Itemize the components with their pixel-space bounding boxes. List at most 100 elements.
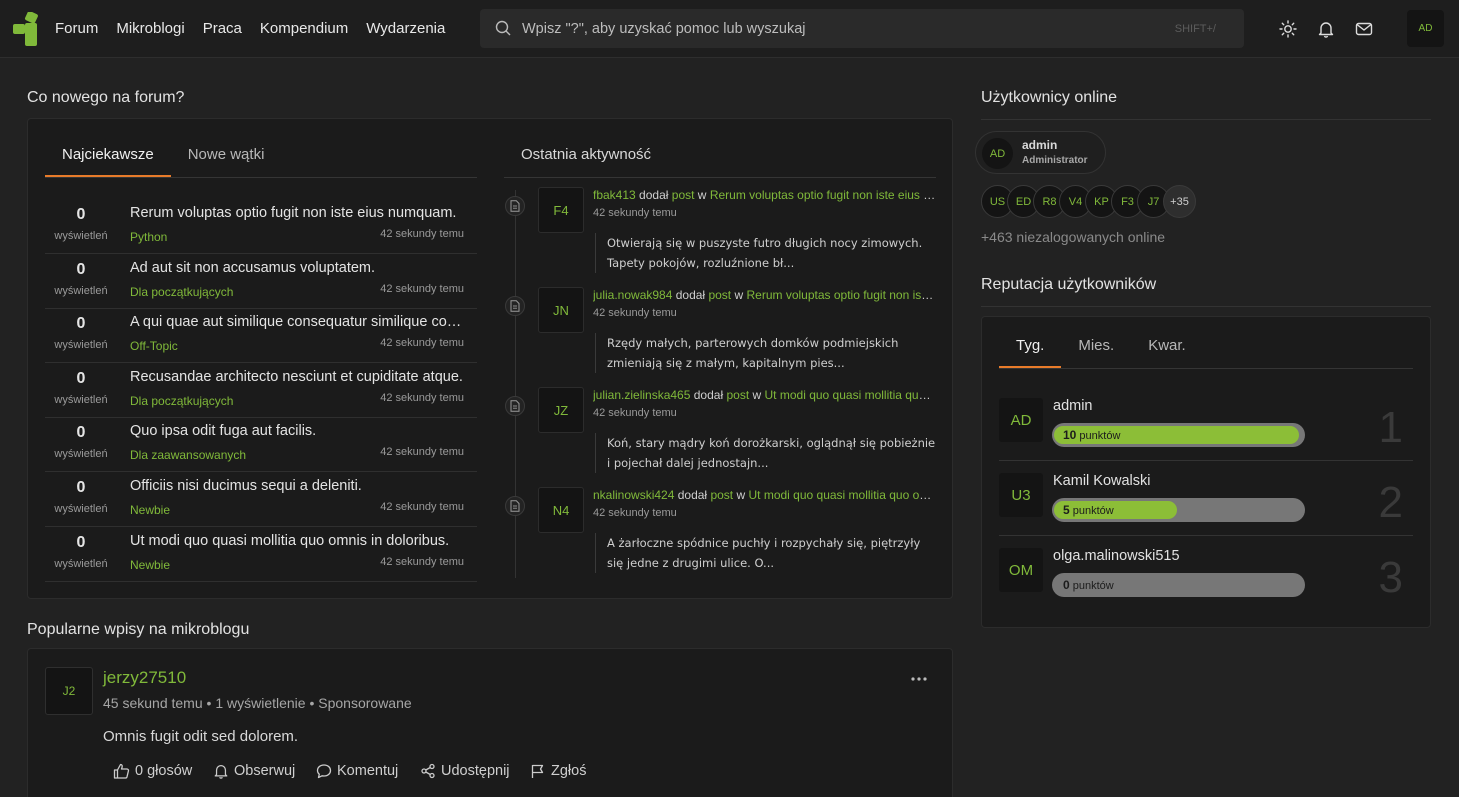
search-shortcut-hint: SHIFT+/	[1174, 23, 1216, 35]
divider	[999, 535, 1413, 536]
activity-verb: dodał	[639, 188, 669, 202]
avatar[interactable]: AD	[999, 398, 1043, 442]
points-unit: punktów	[1072, 505, 1114, 517]
reputation-user-name[interactable]: Kamil Kowalski	[1053, 473, 1151, 489]
reputation-user-name[interactable]: olga.malinowski515	[1053, 548, 1180, 564]
tab-monthly[interactable]: Mies.	[1061, 328, 1131, 368]
follow-button[interactable]: Obserwuj	[213, 763, 295, 779]
reputation-heading: Reputacja użytkowników	[981, 276, 1157, 293]
comment-button[interactable]: Komentuj	[316, 763, 398, 779]
activity-marker	[505, 496, 525, 516]
vote-button[interactable]: 0 głosów	[113, 763, 192, 779]
activity-topic-link[interactable]: Ut modi quo quasi mollitia quo omnis in …	[749, 488, 937, 502]
report-button[interactable]: Zgłoś	[530, 763, 586, 779]
reputation-tabs: Tyg. Mies. Kwar.	[999, 328, 1413, 369]
activity-topic-link[interactable]: Ut modi quo quasi mollitia quo omnis in …	[765, 388, 936, 402]
topic-title[interactable]: Recusandae architecto nesciunt et cupidi…	[130, 369, 465, 385]
activity-time: 42 sekundy temu	[593, 207, 677, 219]
divider	[981, 119, 1431, 120]
topic-title[interactable]: Officiis nisi ducimus sequi a deleniti.	[130, 478, 465, 494]
activity-topic-link[interactable]: Rerum voluptas optio fugit non iste eius…	[747, 288, 937, 302]
tab-quarterly[interactable]: Kwar.	[1131, 328, 1203, 368]
avatar[interactable]: JZ	[538, 387, 584, 433]
reputation-row: OM olga.malinowski515 0 punktów 3	[999, 548, 1413, 623]
topic-view-label: wyświetleń	[54, 503, 108, 515]
topic-row[interactable]: 0 wyświetleń Ut modi quo quasi mollitia qu…	[45, 527, 477, 582]
activity-user[interactable]: julia.nowak984	[593, 288, 672, 302]
activity-user[interactable]: nkalinowski424	[593, 488, 674, 502]
topic-category[interactable]: Newbie	[130, 503, 170, 517]
topic-category[interactable]: Dla początkujących	[130, 285, 233, 299]
activity-excerpt: Otwierają się w puszyste futro długich n…	[595, 233, 936, 273]
topic-view-count: 0	[76, 424, 86, 442]
topic-category[interactable]: Off-Topic	[130, 339, 178, 353]
nav-link-forum[interactable]: Forum	[55, 20, 98, 37]
topic-title[interactable]: Ut modi quo quasi mollitia quo omnis in …	[130, 533, 465, 549]
topic-view-count: 0	[76, 315, 86, 333]
theme-toggle-icon[interactable]	[1279, 20, 1297, 38]
topic-row[interactable]: 0 wyświetleń A qui quae aut similique cons…	[45, 308, 477, 364]
activity-user[interactable]: fbak413	[593, 188, 636, 202]
activity-item: N4 nkalinowski424 dodał post w Ut modi qu…	[504, 487, 936, 587]
online-admin-chip[interactable]: AD admin Administrator	[975, 131, 1106, 174]
activity-type-link[interactable]: post	[710, 488, 733, 502]
reputation-progress-bar: 5 punktów	[1052, 498, 1305, 522]
topic-title[interactable]: A qui quae aut similique consequatur sim…	[130, 314, 465, 330]
topic-title[interactable]: Quo ipsa odit fuga aut facilis.	[130, 423, 465, 439]
activity-type-link[interactable]: post	[708, 288, 731, 302]
topic-view-count: 0	[76, 479, 86, 496]
follow-label: Obserwuj	[234, 763, 296, 779]
topic-category[interactable]: Dla początkujących	[130, 394, 233, 408]
activity-preposition: w	[697, 188, 707, 202]
avatar[interactable]: F4	[538, 187, 584, 233]
document-icon	[510, 300, 520, 312]
topic-title[interactable]: Rerum voluptas optio fugit non iste eius…	[130, 205, 465, 221]
more-options-icon[interactable]	[911, 676, 927, 682]
avatar[interactable]: N4	[538, 487, 584, 533]
topic-row[interactable]: 0 wyświetleń Officiis nisi ducimus sequi a…	[45, 472, 477, 527]
user-avatar[interactable]: AD	[1407, 10, 1444, 47]
activity-type-link[interactable]: post	[726, 388, 749, 402]
nav-link-events[interactable]: Wydarzenia	[366, 20, 445, 37]
search-input[interactable]	[522, 9, 1162, 48]
reputation-user-name[interactable]: admin	[1053, 398, 1093, 414]
bell-icon[interactable]	[1317, 20, 1335, 38]
tab-recent-activity[interactable]: Ostatnia aktywność	[504, 137, 668, 177]
tab-most-interesting[interactable]: Najciekawsze	[45, 137, 171, 177]
activity-type-link[interactable]: post	[672, 188, 695, 202]
topic-time: 42 sekundy temu	[380, 555, 464, 568]
topic-row[interactable]: 0 wyświetleń Recusandae architecto nesciun…	[45, 363, 477, 418]
document-icon	[510, 200, 520, 212]
topic-row[interactable]: 0 wyświetleń Quo ipsa odit fuga aut facili…	[45, 417, 477, 473]
post-author[interactable]: jerzy27510	[103, 668, 186, 688]
post-sponsored-badge: Sponsorowane	[318, 695, 412, 711]
post-meta: 45 sekund temu • 1 wyświetlenie • Sponso…	[103, 695, 412, 711]
post-time[interactable]: 45 sekund temu	[103, 695, 203, 711]
tab-new-threads[interactable]: Nowe wątki	[171, 137, 282, 177]
avatar[interactable]: OM	[999, 548, 1043, 592]
tab-weekly[interactable]: Tyg.	[999, 328, 1062, 368]
topic-category[interactable]: Dla zaawansowanych	[130, 448, 246, 462]
topic-category[interactable]: Newbie	[130, 558, 170, 572]
avatar[interactable]: J2	[45, 667, 93, 715]
nav-link-microblogs[interactable]: Mikroblogi	[116, 20, 184, 37]
topic-title[interactable]: Ad aut sit non accusamus voluptatem.	[130, 260, 465, 276]
reputation-points: 10 punktów	[1063, 428, 1120, 442]
avatar[interactable]: U3	[999, 473, 1043, 517]
topic-row[interactable]: 0 wyświetleń Rerum voluptas optio fugit no…	[45, 199, 477, 254]
activity-user[interactable]: julian.zielinska465	[593, 388, 690, 402]
divider	[999, 460, 1413, 461]
activity-topic-link[interactable]: Rerum voluptas optio fugit non iste eius…	[710, 188, 936, 202]
avatar[interactable]: JN	[538, 287, 584, 333]
activity-tabs: Ostatnia aktywność	[504, 137, 936, 178]
more-online-button[interactable]: +35	[1163, 185, 1196, 218]
nav-link-compendium[interactable]: Kompendium	[260, 20, 348, 37]
top-navbar: Forum Mikroblogi Praca Kompendium Wydarz…	[0, 0, 1459, 58]
share-button[interactable]: Udostępnij	[420, 763, 510, 779]
topic-category[interactable]: Python	[130, 230, 167, 244]
topic-row[interactable]: 0 wyświetleń Ad aut sit non accusamus volu…	[45, 254, 477, 309]
logo-icon[interactable]	[12, 12, 40, 46]
nav-link-jobs[interactable]: Praca	[203, 20, 242, 37]
envelope-icon[interactable]	[1355, 20, 1373, 38]
reputation-points: 5 punktów	[1063, 503, 1114, 517]
